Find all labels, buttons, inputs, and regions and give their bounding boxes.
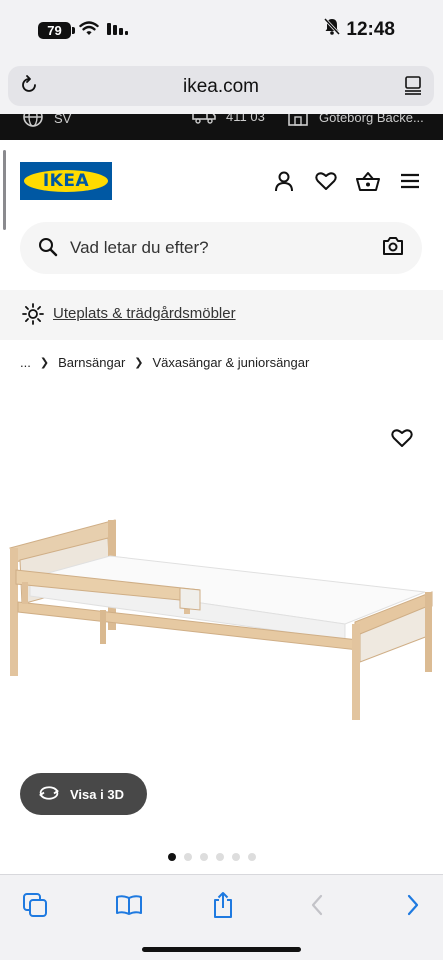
back-chevron-icon[interactable] — [302, 890, 332, 920]
user-icon[interactable] — [271, 168, 297, 194]
carousel-dot[interactable] — [248, 853, 256, 861]
delivery-postcode[interactable]: 411 03 — [192, 114, 265, 127]
bell-slash-icon — [324, 17, 341, 41]
product-image[interactable] — [0, 500, 443, 740]
signal-icon — [107, 21, 129, 40]
view-in-3d-label: Visa i 3D — [70, 786, 124, 802]
tabs-icon[interactable] — [20, 890, 50, 920]
postcode-label: 411 03 — [226, 114, 265, 124]
status-time: 12:48 — [346, 18, 395, 40]
battery-indicator: 79 — [38, 22, 75, 39]
utility-bar: SV 411 03 Göteborg Bäcke... — [0, 114, 443, 140]
status-bar: 79 12:48 — [0, 0, 443, 58]
carousel-dot[interactable] — [216, 853, 224, 861]
globe-icon — [22, 114, 44, 131]
breadcrumb-item[interactable]: Barnsängar — [58, 355, 125, 370]
view-in-3d-button[interactable]: Visa i 3D — [20, 773, 147, 815]
reader-mode-icon[interactable] — [402, 74, 424, 101]
chevron-right-icon: ❯ — [134, 357, 144, 369]
promo-bar: Uteplats & trädgårdsmöbler — [0, 290, 443, 340]
breadcrumb-ellipsis[interactable]: ... — [20, 355, 31, 370]
status-left: 79 — [38, 20, 129, 41]
home-indicator — [142, 947, 301, 952]
carousel-dot[interactable] — [200, 853, 208, 861]
browser-address-area: ikea.com — [0, 58, 443, 114]
store-icon — [287, 114, 309, 129]
chevron-right-icon: ❯ — [39, 357, 50, 369]
menu-icon[interactable] — [397, 168, 423, 194]
carousel-dots — [168, 853, 256, 861]
browser-toolbar — [0, 874, 443, 960]
store-label: Göteborg Bäcke... — [319, 114, 424, 125]
truck-icon — [192, 114, 216, 127]
forward-chevron-icon[interactable] — [398, 890, 428, 920]
heart-icon[interactable] — [313, 168, 339, 194]
breadcrumb: ... ❯ Barnsängar ❯ Växasängar & juniorsä… — [20, 355, 309, 370]
wifi-icon — [79, 20, 99, 41]
basket-icon[interactable] — [355, 168, 381, 194]
promo-link[interactable]: Uteplats & trädgårdsmöbler — [53, 305, 236, 322]
address-bar[interactable]: ikea.com — [8, 66, 434, 106]
search-bar[interactable]: Vad letar du efter? — [20, 222, 422, 274]
scroll-indicator — [3, 150, 6, 230]
language-selector[interactable]: SV — [22, 114, 71, 131]
status-right: 12:48 — [324, 17, 395, 41]
favourite-heart-icon[interactable] — [391, 428, 413, 453]
sun-icon — [22, 303, 44, 330]
breadcrumb-item[interactable]: Växasängar & juniorsängar — [153, 355, 310, 370]
ikea-logo[interactable]: IKEA — [20, 162, 112, 200]
carousel-dot[interactable] — [184, 853, 192, 861]
header-actions — [271, 168, 423, 194]
language-label: SV — [54, 114, 72, 126]
share-icon[interactable] — [208, 890, 238, 920]
rotate-3d-icon — [38, 785, 60, 804]
logo-text: IKEA — [24, 170, 108, 192]
search-input[interactable]: Vad letar du efter? — [70, 238, 209, 258]
url-text[interactable]: ikea.com — [8, 76, 434, 98]
carousel-dot[interactable] — [168, 853, 176, 861]
bookmarks-icon[interactable] — [114, 890, 144, 920]
carousel-dot[interactable] — [232, 853, 240, 861]
store-selector[interactable]: Göteborg Bäcke... — [287, 114, 424, 129]
camera-icon[interactable] — [382, 236, 404, 261]
search-icon — [38, 237, 58, 262]
